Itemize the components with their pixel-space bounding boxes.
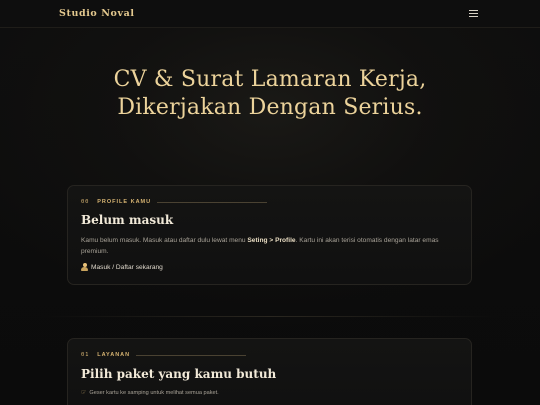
section-number: 01 [81, 352, 90, 358]
hero-heading: CV & Surat Lamaran Kerja, Dikerjakan Den… [0, 66, 540, 122]
profile-text-start: Kamu belum masuk. Masuk atau daftar dulu… [81, 237, 248, 244]
profile-eyebrow: 00 PROFILE KAMU [81, 199, 268, 205]
swipe-hint: ☞ Geser kartu ke samping untuk melihat s… [81, 389, 219, 397]
section-label: LAYANAN [97, 352, 131, 358]
services-card: 01 LAYANAN Pilih paket yang kamu butuh ☞… [67, 338, 472, 405]
eyebrow-rule [136, 354, 247, 356]
user-icon [81, 263, 88, 271]
login-register-link[interactable]: Masuk / Daftar sekarang [81, 263, 163, 271]
brand-logo[interactable]: Studio Noval [59, 8, 135, 19]
profile-card: 00 PROFILE KAMU Belum masuk Kamu belum m… [67, 185, 472, 285]
profile-title: Belum masuk [81, 213, 174, 227]
hamburger-icon-line [469, 13, 478, 15]
hamburger-icon-line [469, 16, 478, 18]
hamburger-menu-button[interactable] [469, 10, 479, 18]
eyebrow-rule [157, 201, 268, 203]
profile-description: Kamu belum masuk. Masuk atau daftar dulu… [81, 235, 466, 257]
hamburger-icon-line [469, 10, 478, 12]
hero-line-1: CV & Surat Lamaran Kerja, [113, 67, 427, 92]
hero-line-2: Dikerjakan Dengan Serius. [117, 95, 423, 120]
pointing-hand-icon: ☞ [81, 390, 87, 396]
section-label: PROFILE KAMU [97, 199, 152, 205]
login-register-label: Masuk / Daftar sekarang [91, 263, 163, 271]
services-title: Pilih paket yang kamu butuh [81, 367, 277, 381]
section-divider [40, 316, 500, 317]
page: Studio Noval CV & Surat Lamaran Kerja, D… [0, 0, 540, 405]
top-navbar: Studio Noval [0, 0, 540, 28]
settings-profile-path: Seting > Profile [247, 237, 296, 244]
services-eyebrow: 01 LAYANAN [81, 352, 247, 358]
section-number: 00 [81, 199, 90, 205]
swipe-hint-text: Geser kartu ke samping untuk melihat sem… [89, 389, 219, 396]
